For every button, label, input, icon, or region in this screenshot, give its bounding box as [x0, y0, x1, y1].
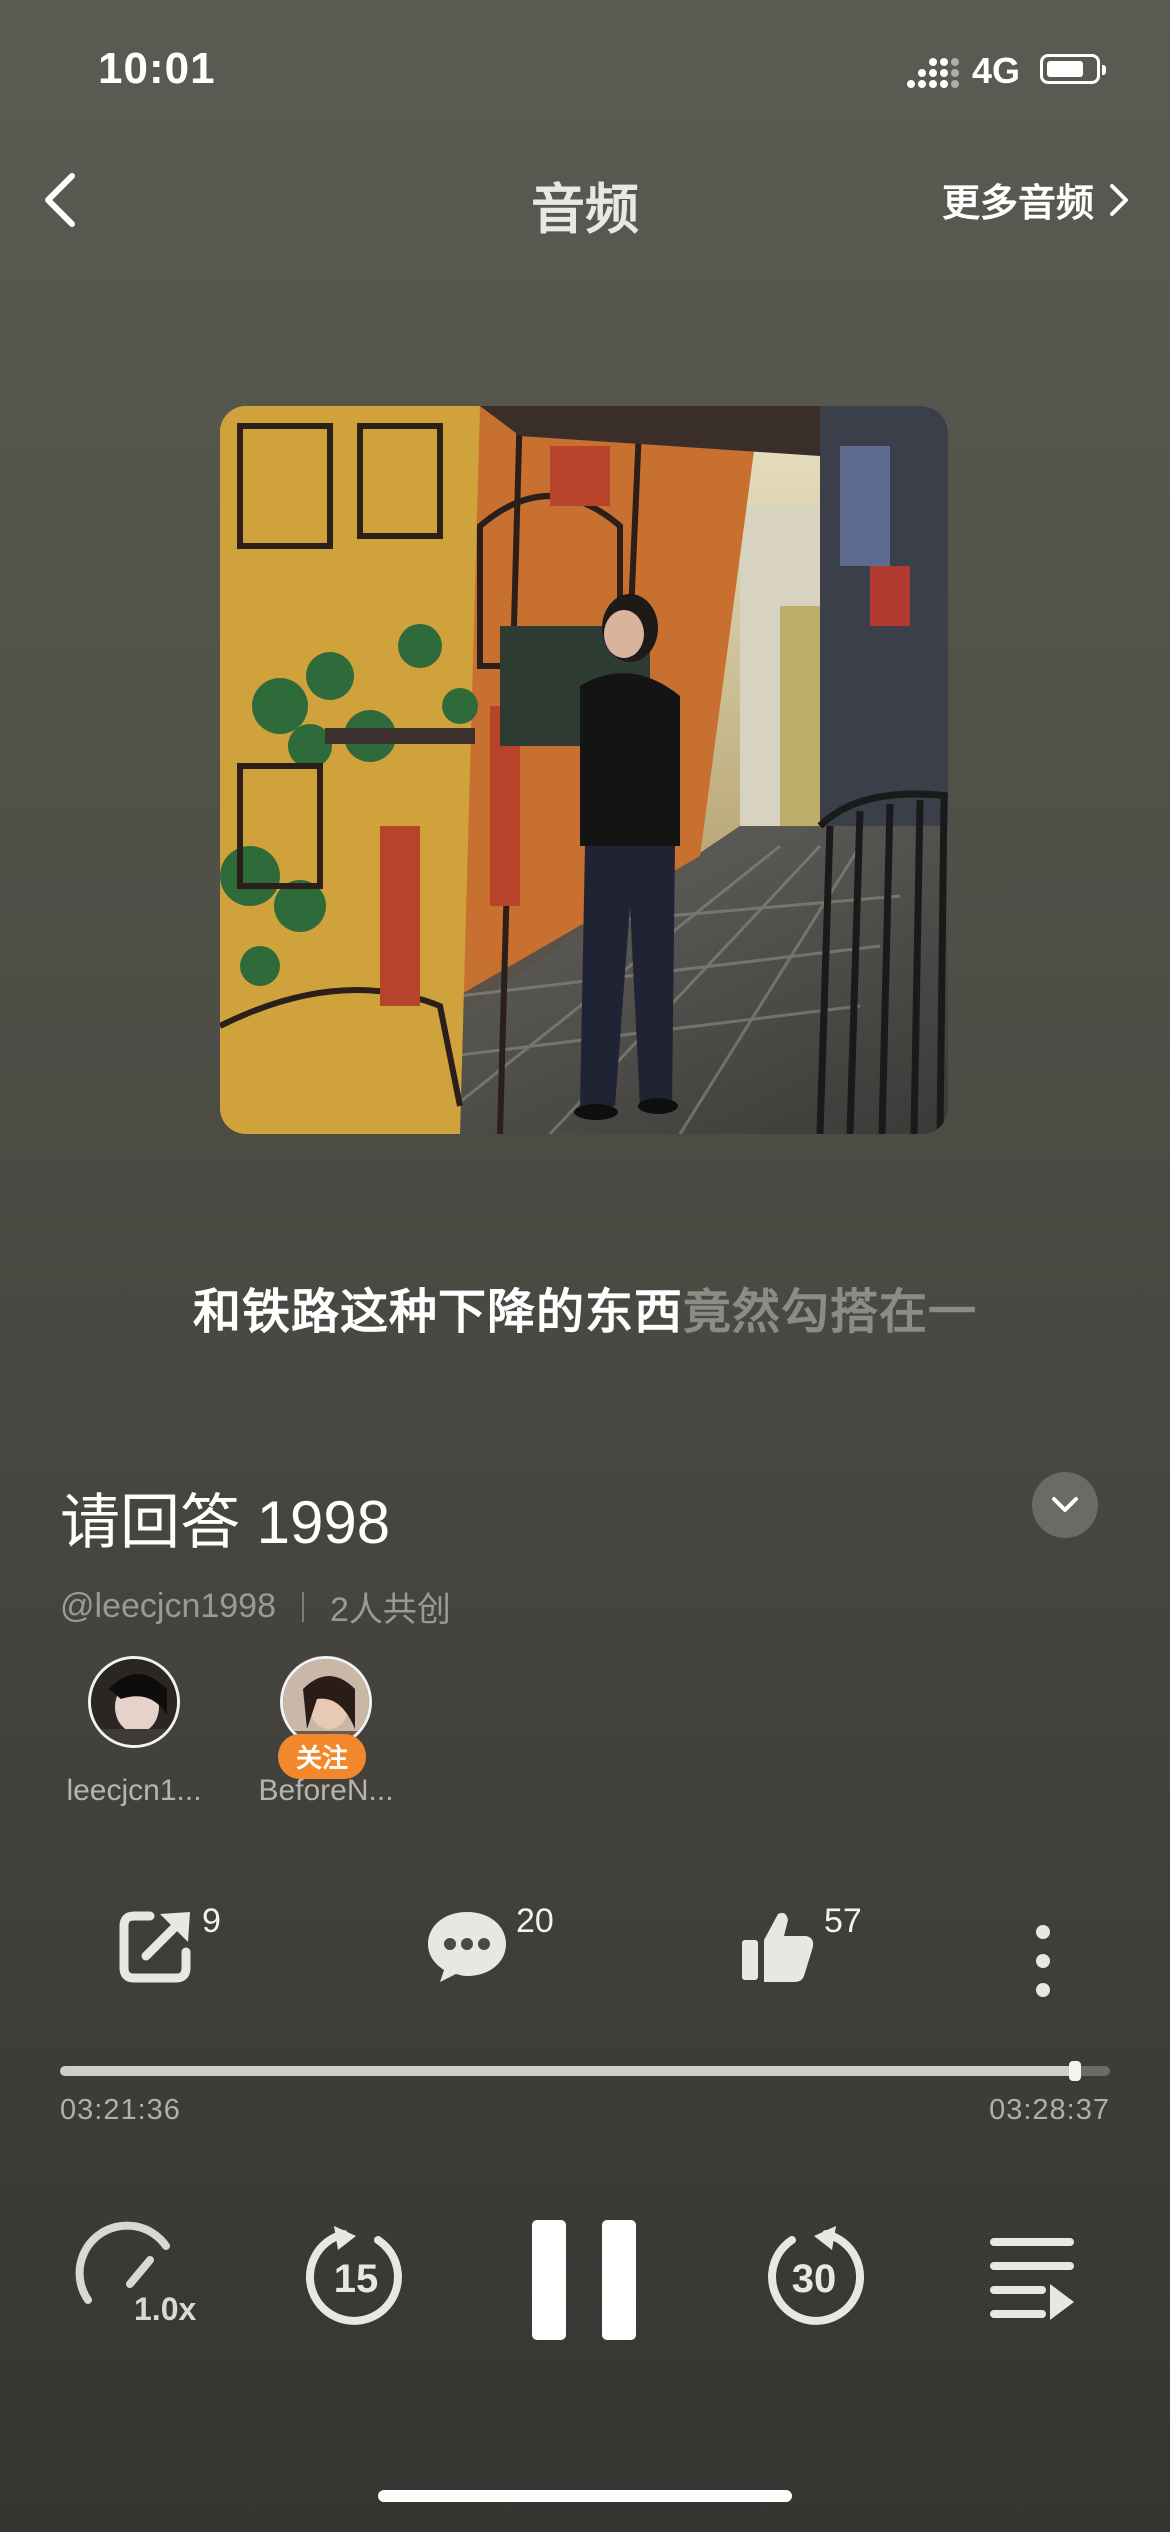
comment-icon	[428, 1912, 506, 1982]
creator-item[interactable]: leecjcn1...	[34, 1656, 234, 1808]
forward-button[interactable]: 30	[762, 2220, 866, 2335]
lyric-upcoming: 竟然勾搭在一	[683, 1286, 978, 1339]
rewind-button[interactable]: 15	[304, 2220, 408, 2335]
more-audio-label: 更多音频	[941, 183, 1094, 225]
chevron-down-icon	[1052, 1497, 1078, 1512]
creator-name: leecjcn1...	[66, 1774, 202, 1807]
more-options-button[interactable]	[1028, 1924, 1058, 2003]
comment-count: 20	[516, 1902, 554, 1940]
more-audio-link[interactable]: 更多音频	[942, 172, 1130, 227]
rewind-15-icon: 15	[305, 2226, 402, 2325]
speedometer-icon: 1.0x	[75, 2221, 196, 2327]
avatar[interactable]	[88, 1656, 180, 1748]
share-action[interactable]: 9	[116, 1902, 221, 1986]
like-action[interactable]: 57	[738, 1902, 862, 1986]
playlist-icon	[990, 2238, 1074, 2320]
status-time: 10:01	[98, 44, 216, 93]
forward-seconds: 30	[792, 2257, 837, 2301]
progress-bar[interactable]	[60, 2061, 1110, 2081]
progress-thumb[interactable]	[1069, 2061, 1082, 2081]
signal-icon	[906, 56, 962, 95]
progress-played	[60, 2066, 1076, 2076]
network-type: 4G	[972, 50, 1021, 91]
follow-button[interactable]: 关注	[278, 1734, 367, 1779]
pause-button[interactable]	[528, 2220, 640, 2345]
chevron-right-icon	[1110, 183, 1128, 216]
battery-icon	[1040, 54, 1106, 84]
speed-label: 1.0x	[134, 2291, 196, 2327]
co-create-label[interactable]: 2人共创	[330, 1582, 451, 1631]
meta-divider	[302, 1591, 304, 1622]
home-indicator[interactable]	[378, 2490, 792, 2502]
thumbs-up-icon	[742, 1912, 814, 1982]
comment-action[interactable]: 20	[424, 1902, 554, 1986]
speed-button[interactable]: 1.0x	[74, 2220, 198, 2335]
creator-item[interactable]: 关注 BeforeN...	[226, 1656, 426, 1808]
forward-30-icon: 30	[768, 2226, 865, 2325]
creator-name: BeforeN...	[258, 1774, 394, 1807]
rewind-seconds: 15	[334, 2257, 379, 2301]
share-icon	[119, 1911, 191, 1983]
current-time: 03:21:36	[60, 2094, 181, 2126]
cover-art	[220, 406, 948, 1134]
like-count: 57	[824, 1902, 862, 1940]
more-vertical-icon	[1036, 1925, 1050, 1997]
lyric-line: 和铁路这种下降的东西竟然勾搭在一	[0, 1272, 1170, 1342]
track-meta: @leecjcn1998 2人共创	[60, 1582, 451, 1631]
share-count: 9	[202, 1902, 221, 1940]
author-handle[interactable]: @leecjcn1998	[60, 1587, 276, 1626]
playlist-button[interactable]	[990, 2234, 1074, 2329]
total-time: 03:28:37	[989, 2094, 1110, 2126]
lyric-highlighted: 和铁路这种下降的东西	[192, 1286, 683, 1339]
track-title: 请回答 1998	[60, 1489, 391, 1556]
expand-button[interactable]	[1032, 1472, 1098, 1538]
pause-icon	[532, 2220, 636, 2340]
